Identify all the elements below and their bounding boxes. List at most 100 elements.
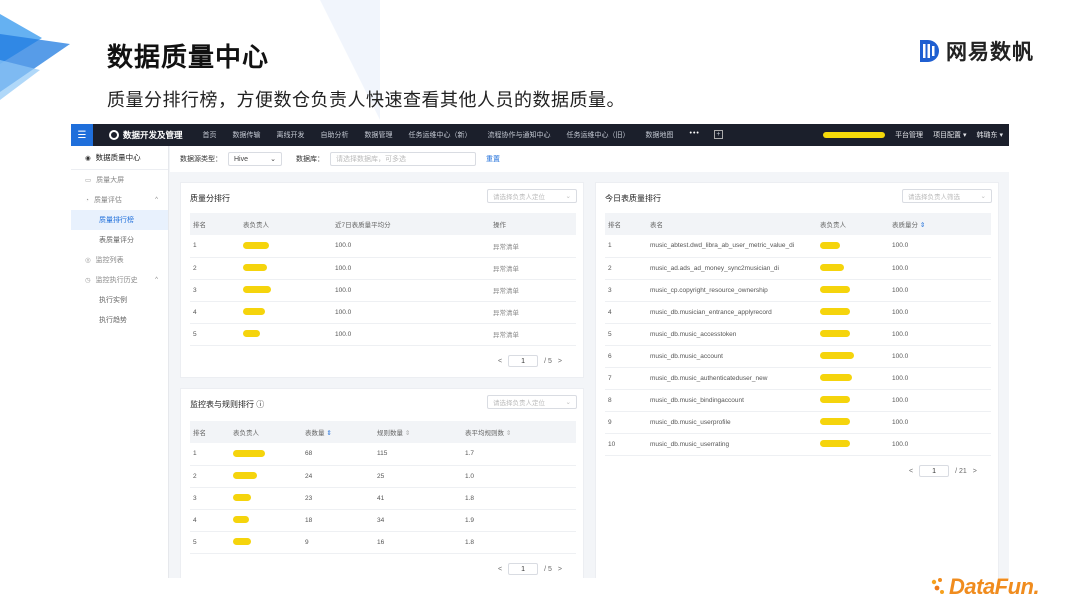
avg-rules-cell: 1.8 xyxy=(462,487,576,510)
avg-rules-cell: 1.0 xyxy=(462,465,576,488)
column-header[interactable]: 表平均规则数 ⇕ xyxy=(462,421,576,443)
sidebar-item-quality-rank[interactable]: 质量排行榜 xyxy=(71,210,168,230)
nav-item[interactable]: 数据传输 xyxy=(225,130,269,140)
nav-item[interactable]: 数据管理 xyxy=(357,130,401,140)
nav-item[interactable]: 任务运维中心（新） xyxy=(401,130,480,140)
table-row: 2 100.0 异常清单 xyxy=(190,257,576,280)
chevron-up-icon: ^ xyxy=(155,197,158,203)
column-header[interactable]: 表质量分 ⇕ xyxy=(889,213,991,235)
anomaly-list-link[interactable]: 异常清单 xyxy=(490,323,576,346)
sidebar-item-monitor-history[interactable]: ◷ 监控执行历史 ^ xyxy=(71,270,168,290)
anomaly-list-link[interactable]: 异常清单 xyxy=(490,301,576,324)
more-icon[interactable]: ••• xyxy=(682,130,708,140)
owner-locate-select[interactable]: 请选择负责人定位 ⌄ xyxy=(487,395,577,409)
quality-rank-title: 质量分排行 xyxy=(190,194,230,203)
table-name-cell: music_abtest.dwd_libra_ab_user_metric_va… xyxy=(647,235,817,258)
datasource-select[interactable]: Hive ⌄ xyxy=(228,152,282,166)
pagination: < 1 / 21 > xyxy=(909,465,977,477)
database-label: 数据库： xyxy=(296,156,324,163)
sidebar-item-quality-screen[interactable]: ▭ 质量大屏 xyxy=(71,170,168,190)
platform-admin-link[interactable]: 平台管理 xyxy=(895,130,923,140)
sidebar-item-monitor-list[interactable]: ◎ 监控列表 xyxy=(71,250,168,270)
nav-item[interactable]: 任务运维中心（旧） xyxy=(559,130,638,140)
sidebar-header-label: 数据质量中心 xyxy=(95,153,141,162)
monitor-icon: ▭ xyxy=(85,177,92,184)
nav-item[interactable]: 自助分析 xyxy=(313,130,357,140)
user-dropdown[interactable]: 韩璐东 ▾ xyxy=(977,130,1003,140)
quality-rank-card: 质量分排行 请选择负责人定位 ⌄ 排名 表负责人 近7日表质量平均分 操作 1 10… xyxy=(180,182,584,378)
project-config-dropdown[interactable]: 项目配置 ▾ xyxy=(933,130,966,140)
column-header[interactable]: 表数量 ⇕ xyxy=(302,421,374,443)
add-tab-icon[interactable]: + xyxy=(713,130,723,139)
rank-cell: 4 xyxy=(605,301,647,324)
today-rank-card: 今日表质量排行 请选择负责人筛选 ⌄ 排名 表名 表负责人 表质量分 ⇕ 1 mus… xyxy=(595,182,999,578)
next-page-button[interactable]: > xyxy=(558,358,562,365)
reset-button[interactable]: 重置 xyxy=(486,154,500,164)
owner-cell xyxy=(817,323,889,346)
owner-filter-select[interactable]: 请选择负责人筛选 ⌄ xyxy=(902,189,992,203)
app-screenshot: ☰ 数据开发及管理 首页 数据传输 离线开发 自助分析 数据管理 任务运维中心（… xyxy=(71,124,1009,578)
sort-icon: ⇕ xyxy=(404,430,411,437)
owner-locate-select[interactable]: 请选择负责人定位 ⌄ xyxy=(487,189,577,203)
sort-icon: ⇕ xyxy=(326,430,332,437)
table-count-cell: 24 xyxy=(302,465,374,488)
rank-cell: 4 xyxy=(190,301,240,324)
anomaly-list-link[interactable]: 异常清单 xyxy=(490,279,576,302)
sort-icon: ⇕ xyxy=(505,430,512,437)
column-header: 表名 xyxy=(647,213,817,235)
sidebar-item-exec-instance[interactable]: 执行实例 xyxy=(71,290,168,310)
table-row: 3 100.0 异常清单 xyxy=(190,279,576,302)
redacted-name xyxy=(233,516,249,524)
rank-cell: 9 xyxy=(605,411,647,434)
column-header[interactable]: 规则数量 ⇕ xyxy=(374,421,462,443)
next-page-button[interactable]: > xyxy=(558,566,562,573)
quality-rank-table: 排名 表负责人 近7日表质量平均分 操作 1 100.0 异常清单 2 100.0 异常… xyxy=(190,213,576,346)
anomaly-list-link[interactable]: 异常清单 xyxy=(490,257,576,280)
nav-item[interactable]: 离线开发 xyxy=(269,130,313,140)
owner-cell xyxy=(230,487,302,510)
pagination: < 1 / 5 > xyxy=(498,563,562,575)
rank-cell: 1 xyxy=(190,443,230,466)
table-row: 5 9 16 1.8 xyxy=(190,531,576,554)
top-navbar: ☰ 数据开发及管理 首页 数据传输 离线开发 自助分析 数据管理 任务运维中心（… xyxy=(71,124,1009,146)
menu-icon[interactable]: ☰ xyxy=(71,124,93,146)
table-row: 4 music_db.musician_entrance_applyrecord 1… xyxy=(605,301,991,324)
nav-item[interactable]: 首页 xyxy=(195,130,225,140)
owner-cell xyxy=(817,389,889,412)
column-label: 表平均规则数 xyxy=(465,430,504,437)
column-header: 表负责人 xyxy=(240,213,332,235)
app-logo[interactable]: 数据开发及管理 xyxy=(109,129,183,141)
prev-page-button[interactable]: < xyxy=(498,358,502,365)
rank-cell: 7 xyxy=(605,367,647,390)
prev-page-button[interactable]: < xyxy=(909,468,913,475)
redacted-name xyxy=(243,242,269,250)
table-row: 10 music_db.music_userrating 100.0 xyxy=(605,433,991,456)
nav-item[interactable]: 流程协作与通知中心 xyxy=(480,130,559,140)
table-name-cell: music_db.music_accesstoken xyxy=(647,323,817,346)
redacted-name xyxy=(233,538,251,546)
score-cell: 100.0 xyxy=(332,257,490,280)
page-input[interactable]: 1 xyxy=(919,465,950,477)
page-input[interactable]: 1 xyxy=(508,355,539,367)
redacted-name xyxy=(233,450,265,458)
table-row: 3 23 41 1.8 xyxy=(190,487,576,510)
sidebar-item-exec-trend[interactable]: 执行趋势 xyxy=(71,310,168,330)
page-input[interactable]: 1 xyxy=(508,563,539,575)
monitor-rank-card: 监控表与规则排行 ⓘ 请选择负责人定位 ⌄ 排名 表负责人 表数量 ⇕ 规则数量 … xyxy=(180,388,584,578)
prev-page-button[interactable]: < xyxy=(498,566,502,573)
sidebar-item-table-score[interactable]: 表质量评分 xyxy=(71,230,168,250)
sidebar-item-quality-eval[interactable]: ◔ 质量评估 ^ xyxy=(71,190,168,210)
today-rank-table: 排名 表名 表负责人 表质量分 ⇕ 1 music_abtest.dwd_libr… xyxy=(605,213,991,456)
table-name-cell: music_ad.ads_ad_money_sync2musician_di xyxy=(647,257,817,280)
monitor-rank-title: 监控表与规则排行 ⓘ xyxy=(190,400,265,409)
score-cell: 100.0 xyxy=(332,323,490,346)
anomaly-list-link[interactable]: 异常清单 xyxy=(490,235,576,258)
chevron-up-icon: ^ xyxy=(155,277,158,283)
chevron-down-icon: ⌄ xyxy=(565,399,571,406)
next-page-button[interactable]: > xyxy=(973,468,977,475)
redacted-name xyxy=(233,494,251,502)
main-nav: 首页 数据传输 离线开发 自助分析 数据管理 任务运维中心（新） 流程协作与通知… xyxy=(195,130,723,140)
owner-cell xyxy=(230,531,302,554)
database-select[interactable]: 请选择数据库，可多选 xyxy=(330,152,476,166)
nav-item[interactable]: 数据地图 xyxy=(638,130,682,140)
